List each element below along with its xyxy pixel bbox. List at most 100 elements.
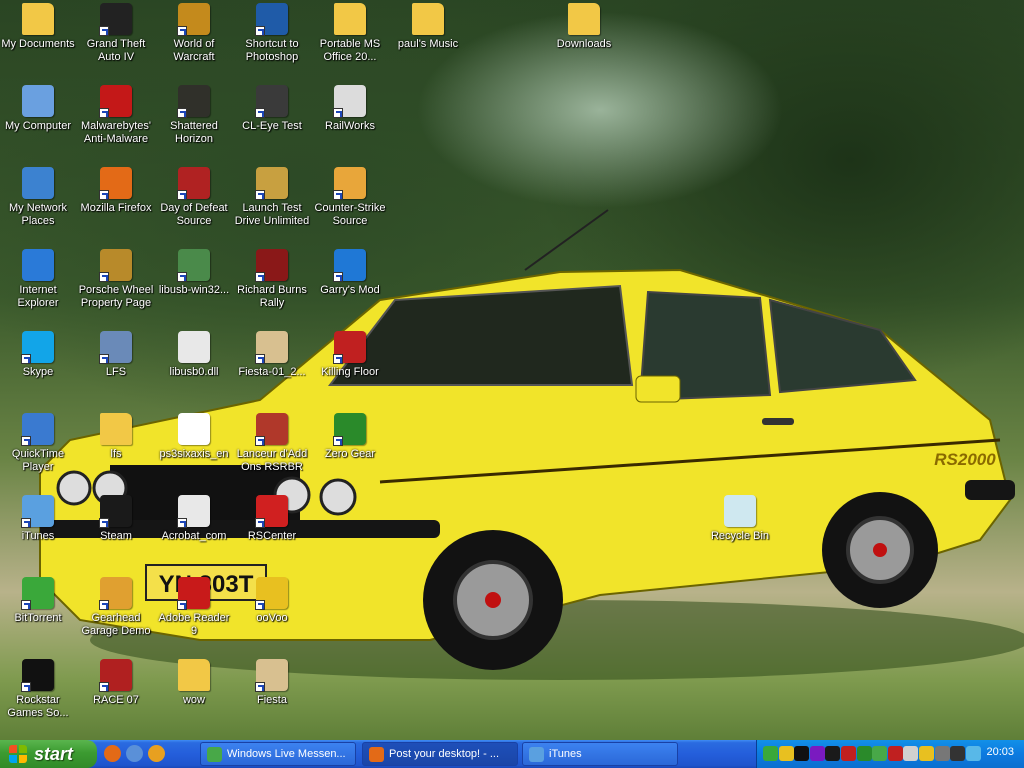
sync-tray-icon[interactable] bbox=[965, 746, 981, 761]
desktop-icon[interactable]: BitTorrent bbox=[0, 574, 77, 652]
desktop-icon[interactable]: lfs bbox=[77, 410, 155, 488]
bittorrent-tray-icon[interactable] bbox=[763, 746, 778, 761]
clock[interactable]: 20:03 bbox=[986, 746, 1014, 758]
desktop-icon[interactable]: Adobe Reader 9 bbox=[155, 574, 233, 652]
desktop-icon[interactable]: ooVoo bbox=[233, 574, 311, 652]
start-button[interactable]: start bbox=[0, 740, 97, 768]
warcraft-icon bbox=[177, 3, 210, 36]
folder-icon bbox=[100, 413, 132, 445]
desktop-icon[interactable]: Recycle Bin bbox=[701, 492, 779, 570]
desktop-icon[interactable]: paul's Music bbox=[389, 0, 467, 78]
gta-iv-icon bbox=[99, 3, 132, 36]
taskbar-button[interactable]: Windows Live Messen... bbox=[200, 742, 356, 766]
desktop-icon-label: BitTorrent bbox=[14, 612, 62, 624]
rockstar-tray-icon[interactable] bbox=[794, 746, 810, 761]
desktop-icon[interactable]: libusb0.dll bbox=[155, 328, 233, 406]
desktop-icon[interactable]: World of Warcraft bbox=[155, 0, 233, 78]
desktop-icon[interactable]: QuickTime Player bbox=[0, 410, 77, 488]
tool-tray-icon[interactable] bbox=[841, 746, 856, 761]
desktop-icon-label: Zero Gear bbox=[324, 448, 376, 460]
desktop-icon[interactable]: Rockstar Games So... bbox=[0, 656, 77, 734]
oovoo-tray-icon[interactable] bbox=[919, 746, 934, 761]
adobe-reader-icon bbox=[177, 577, 210, 610]
desktop-icon[interactable]: My Network Places bbox=[0, 164, 77, 242]
desktop-icon[interactable]: wow bbox=[155, 656, 233, 734]
desktop-icon[interactable]: CL-Eye Test bbox=[233, 82, 311, 160]
oovoo-icon bbox=[255, 577, 288, 610]
shortcut-arrow-icon bbox=[255, 682, 265, 692]
shortcut-arrow-icon bbox=[21, 436, 31, 446]
acrobat-icon bbox=[177, 495, 210, 528]
firefox-icon bbox=[99, 167, 132, 200]
taskbar-button[interactable]: Post your desktop! - ... bbox=[362, 742, 518, 766]
desktop-icon[interactable]: Fiesta-01_2... bbox=[233, 328, 311, 406]
desktop-icon-label: Downloads bbox=[556, 38, 612, 50]
desktop-icon[interactable]: Richard Burns Rally bbox=[233, 246, 311, 324]
desktop[interactable]: YN 303T RS2000 My Documents Grand Theft A… bbox=[0, 0, 1024, 740]
shortcut-arrow-icon bbox=[99, 26, 109, 36]
desktop-icon[interactable]: Steam bbox=[77, 492, 155, 570]
desktop-icon[interactable]: Gearhead Garage Demo bbox=[77, 574, 155, 652]
desktop-icon[interactable]: Internet Explorer bbox=[0, 246, 77, 324]
rockstar-icon bbox=[21, 659, 54, 692]
messenger-tray-icon[interactable] bbox=[872, 746, 888, 761]
desktop-icon[interactable]: Lanceur d'Add Ons RSRBR bbox=[233, 410, 311, 488]
desktop-icon[interactable]: Launch Test Drive Unlimited bbox=[233, 164, 311, 242]
desktop-icon-label: LFS bbox=[105, 366, 127, 378]
desktop-icon[interactable]: Downloads bbox=[545, 0, 623, 78]
tdu-icon bbox=[255, 167, 288, 200]
desktop-icon[interactable]: Fiesta bbox=[233, 656, 311, 734]
desktop-icon[interactable]: RailWorks bbox=[311, 82, 389, 160]
desktop-icon-label: Richard Burns Rally bbox=[237, 284, 307, 309]
desktop-icon[interactable]: Zero Gear bbox=[311, 410, 389, 488]
security-shield-icon[interactable] bbox=[778, 746, 794, 761]
folder-icon bbox=[334, 3, 366, 35]
media-player-icon[interactable] bbox=[148, 745, 165, 762]
shield-tray-icon[interactable] bbox=[887, 746, 903, 761]
taskbar-button-label: iTunes bbox=[549, 748, 582, 760]
show-desktop-icon[interactable] bbox=[126, 745, 143, 762]
desktop-icon[interactable]: Portable MS Office 20... bbox=[311, 0, 389, 78]
desktop-icon[interactable]: Porsche Wheel Property Page bbox=[77, 246, 155, 324]
garrys-mod-icon bbox=[333, 249, 366, 282]
shortcut-arrow-icon bbox=[255, 272, 265, 282]
start-label: start bbox=[34, 743, 74, 764]
desktop-icon[interactable]: My Computer bbox=[0, 82, 77, 160]
desktop-icon[interactable]: iTunes bbox=[0, 492, 77, 570]
steam-tray-icon[interactable] bbox=[825, 746, 841, 761]
desktop-icon[interactable]: Mozilla Firefox bbox=[77, 164, 155, 242]
desktop-icon[interactable]: Acrobat_com bbox=[155, 492, 233, 570]
volume-tray-icon[interactable] bbox=[903, 746, 919, 761]
desktop-icon[interactable]: Shortcut to Photoshop bbox=[233, 0, 311, 78]
desktop-icon[interactable]: Shattered Horizon bbox=[155, 82, 233, 160]
desktop-icon[interactable]: Day of Defeat Source bbox=[155, 164, 233, 242]
desktop-icon-label: wow bbox=[182, 694, 205, 706]
media-tray-icon[interactable] bbox=[809, 746, 825, 761]
desktop-icon[interactable]: My Documents bbox=[0, 0, 77, 78]
taskbar-button[interactable]: iTunes bbox=[522, 742, 678, 766]
desktop-icon-label: Portable MS Office 20... bbox=[319, 38, 381, 63]
monitor-tray-icon[interactable] bbox=[950, 746, 966, 761]
desktop-icon[interactable]: Garry's Mod bbox=[311, 246, 389, 324]
desktop-icon[interactable]: LFS bbox=[77, 328, 155, 406]
taskbar: start Windows Live Messen... Post your de… bbox=[0, 740, 1024, 768]
desktop-icon[interactable]: RACE 07 bbox=[77, 656, 155, 734]
gray-tray-icon[interactable] bbox=[934, 746, 950, 761]
internet-explorer-icon bbox=[22, 249, 54, 281]
desktop-icon[interactable]: Killing Floor bbox=[311, 328, 389, 406]
desktop-icon[interactable]: ps3sixaxis_en bbox=[155, 410, 233, 488]
skype-icon bbox=[21, 331, 54, 364]
taskbar-button-label: Post your desktop! - ... bbox=[389, 748, 500, 760]
gearhead-icon bbox=[99, 577, 132, 610]
desktop-icon[interactable]: Skype bbox=[0, 328, 77, 406]
desktop-icon-label: iTunes bbox=[21, 530, 55, 542]
desktop-icon[interactable]: RSCenter bbox=[233, 492, 311, 570]
desktop-icon-label: My Documents bbox=[1, 38, 75, 50]
firefox-icon[interactable] bbox=[104, 745, 121, 762]
desktop-icon[interactable]: Malwarebytes' Anti-Malware bbox=[77, 82, 155, 160]
desktop-icon[interactable]: Grand Theft Auto IV bbox=[77, 0, 155, 78]
desktop-icon[interactable]: libusb-win32... bbox=[155, 246, 233, 324]
network-tray-icon[interactable] bbox=[856, 746, 872, 761]
desktop-icon[interactable]: Counter-Strike Source bbox=[311, 164, 389, 242]
dll-file-icon bbox=[178, 331, 210, 363]
